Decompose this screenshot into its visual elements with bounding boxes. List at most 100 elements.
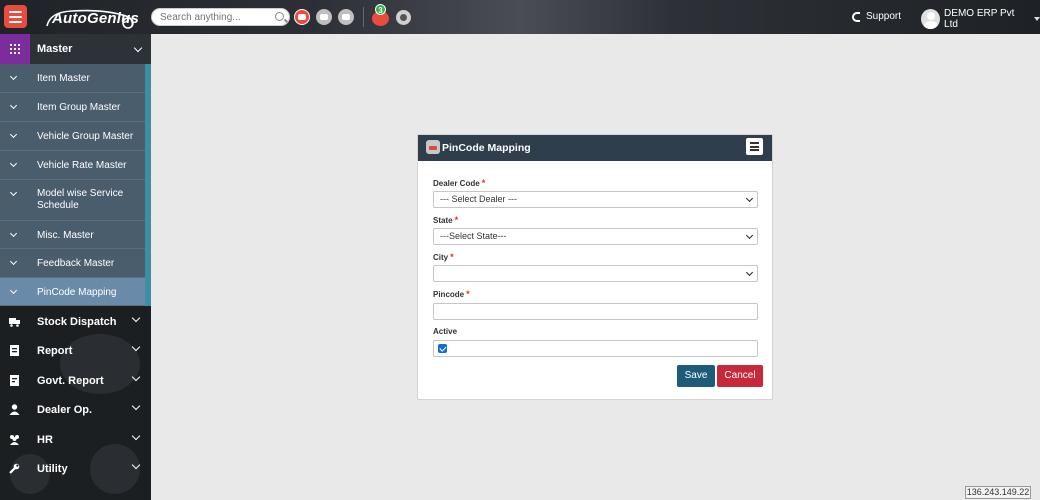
chevron-down-icon <box>131 342 141 352</box>
dealer-code-select[interactable]: --- Select Dealer --- <box>433 191 758 208</box>
state-label-text: State <box>433 216 453 225</box>
sidebar-subitem-feedback-master[interactable]: Feedback Master <box>0 249 145 278</box>
sidebar-item-dealer-op[interactable]: Dealer Op. <box>0 395 151 424</box>
users-icon <box>10 435 19 445</box>
sidebar-subitem-vehicle-rate-master[interactable]: Vehicle Rate Master <box>0 151 145 180</box>
city-label-text: City <box>433 253 449 262</box>
chevron-down-icon <box>9 101 18 110</box>
chevron-down-icon <box>131 431 141 441</box>
pincode-label: Pincode * <box>433 289 470 299</box>
sidebar-subitem-label: Feedback Master <box>37 258 115 269</box>
top-bar: AutoGenius 3 Support DEMO ERP Pvt Ltd <box>0 0 1040 34</box>
page-title: PinCode Mapping <box>442 142 531 154</box>
sidebar-item-label: Stock Dispatch <box>37 316 117 328</box>
required-mark: * <box>450 252 454 262</box>
pincode-mapping-card: PinCode Mapping Dealer Code * --- Select … <box>417 134 773 400</box>
chevron-down-icon <box>9 229 18 238</box>
report-icon <box>10 345 19 356</box>
sidebar: Master Item Master Item Group Master Veh… <box>0 34 151 500</box>
cloud-icon[interactable] <box>338 9 354 25</box>
required-mark: * <box>481 178 486 188</box>
card-header: PinCode Mapping <box>418 135 772 161</box>
sidebar-item-utility[interactable]: Utility <box>0 454 151 483</box>
chevron-down-icon <box>131 401 141 411</box>
chevron-down-icon <box>131 313 141 323</box>
user-menu[interactable]: DEMO ERP Pvt Ltd <box>921 8 1040 30</box>
sidebar-item-hr[interactable]: HR <box>0 425 151 454</box>
sidebar-subitem-vehicle-group-master[interactable]: Vehicle Group Master <box>0 122 145 151</box>
state-selected-value: ---Select State--- <box>440 231 507 241</box>
notification-badge: 3 <box>375 4 386 15</box>
share-icon[interactable] <box>316 9 332 25</box>
settings-gears-icon[interactable] <box>396 10 411 25</box>
hamburger-menu-icon[interactable] <box>4 5 27 28</box>
logo[interactable]: AutoGenius <box>44 6 139 30</box>
chevron-down-icon <box>745 268 754 277</box>
active-checkbox[interactable] <box>438 344 447 353</box>
wrench-icon <box>9 463 20 474</box>
cancel-button[interactable]: Cancel <box>717 365 763 387</box>
sidebar-subitem-label: Vehicle Group Master <box>37 131 134 142</box>
required-mark: * <box>466 289 470 299</box>
pincode-input[interactable] <box>433 303 758 320</box>
sidebar-item-label: HR <box>37 434 53 446</box>
city-label: City * <box>433 252 454 262</box>
ip-address: 136.243.149.22 <box>965 486 1031 499</box>
sidebar-item-label: Dealer Op. <box>37 404 93 416</box>
active-field <box>433 340 758 357</box>
city-select[interactable] <box>433 265 758 282</box>
toolbar-divider <box>363 7 364 27</box>
chevron-down-icon <box>131 372 141 382</box>
sidebar-item-report[interactable]: Report <box>0 336 151 365</box>
sidebar-subitem-label: PinCode Mapping <box>37 287 117 298</box>
avatar <box>921 9 941 29</box>
chevron-down-icon <box>9 130 18 139</box>
sidebar-item-label: Master <box>37 43 73 55</box>
caret-down-icon <box>1034 17 1040 21</box>
list-view-button[interactable] <box>746 138 763 155</box>
active-label: Active <box>433 327 457 336</box>
car-icon <box>426 140 440 154</box>
car-icon[interactable] <box>294 9 310 25</box>
search-input[interactable] <box>152 9 270 25</box>
sidebar-item-label: Report <box>37 345 73 357</box>
chevron-down-icon <box>131 460 141 470</box>
required-mark: * <box>454 215 459 225</box>
dealer-code-label-text: Dealer Code <box>433 179 480 188</box>
dealer-code-selected-value: --- Select Dealer --- <box>440 194 518 204</box>
sidebar-subitem-item-group-master[interactable]: Item Group Master <box>0 93 145 122</box>
chevron-down-icon <box>745 194 754 203</box>
search-icon[interactable] <box>275 12 284 21</box>
sidebar-subitem-label: Misc. Master <box>37 230 94 241</box>
sidebar-item-stock-dispatch[interactable]: Stock Dispatch <box>0 307 151 336</box>
state-select[interactable]: ---Select State--- <box>433 228 758 245</box>
sidebar-subitem-model-wise-service-schedule[interactable]: Model wise Service Schedule <box>0 180 145 221</box>
support-link[interactable]: Support <box>852 11 901 22</box>
sidebar-subitem-pincode-mapping[interactable]: PinCode Mapping <box>0 278 151 306</box>
sidebar-item-govt-report[interactable]: Govt. Report <box>0 366 151 395</box>
chevron-down-icon <box>9 286 18 295</box>
state-label: State * <box>433 215 458 225</box>
sidebar-item-label: Govt. Report <box>37 375 104 387</box>
chevron-down-icon <box>9 159 18 168</box>
grid-icon <box>0 34 30 64</box>
sidebar-subitem-item-master[interactable]: Item Master <box>0 64 145 93</box>
chevron-down-icon <box>9 72 18 81</box>
phone-icon <box>852 11 860 22</box>
dealer-code-label: Dealer Code * <box>433 178 485 188</box>
sidebar-item-master[interactable]: Master <box>0 34 151 64</box>
sidebar-subitem-label: Model wise Service Schedule <box>37 188 124 211</box>
active-label-text: Active <box>433 327 458 336</box>
user-icon <box>9 404 20 415</box>
truck-icon <box>9 318 20 327</box>
support-label: Support <box>866 11 902 22</box>
chevron-down-icon <box>133 43 143 53</box>
document-icon <box>10 375 19 386</box>
chevron-down-icon <box>9 188 18 197</box>
user-name: DEMO ERP Pvt Ltd <box>944 8 1015 30</box>
save-button[interactable]: Save <box>677 365 715 387</box>
search-box[interactable] <box>151 8 290 26</box>
sidebar-subitem-misc-master[interactable]: Misc. Master <box>0 221 145 249</box>
chevron-down-icon <box>9 257 18 266</box>
sidebar-item-label: Utility <box>37 463 68 475</box>
